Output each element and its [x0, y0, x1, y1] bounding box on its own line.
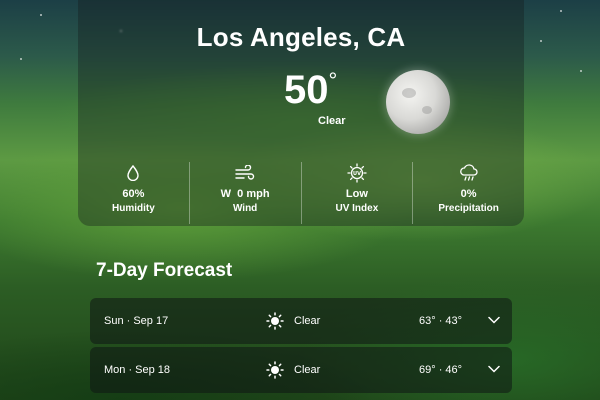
- uv-label: UV Index: [335, 203, 379, 214]
- forecast-temp-range: 69° · 46°: [419, 364, 463, 376]
- sun-icon: [266, 312, 284, 333]
- forecast-row-sun[interactable]: Sun · Sep 17 Clear 63° · 43°: [90, 298, 512, 344]
- stat-precipitation: 0% Precipitation: [412, 162, 524, 224]
- wind-label: Wind: [232, 203, 258, 214]
- city-name: Los Angeles, CA: [196, 22, 406, 52]
- forecast-day: Sun · Sep 17: [104, 315, 169, 327]
- stat-humidity: 60% Humidity: [78, 162, 189, 224]
- svg-text:UV: UV: [353, 171, 361, 177]
- forecast-row-mon[interactable]: Mon · Sep 18 Clear 69° · 46°: [90, 347, 512, 393]
- uv-index-icon: UV: [302, 163, 413, 183]
- degree-symbol: °: [328, 68, 338, 93]
- forecast-condition: Clear: [294, 364, 321, 376]
- current-condition: Clear: [318, 115, 346, 127]
- wind-icon: [190, 164, 301, 182]
- stat-uv: UV Low UV Index: [300, 162, 413, 224]
- chevron-down-icon[interactable]: [488, 315, 500, 327]
- humidity-drop-icon: [78, 164, 189, 182]
- uv-value: Low: [345, 188, 368, 200]
- moon-icon: [386, 70, 450, 134]
- forecast-condition: Clear: [294, 315, 321, 327]
- weather-stats: 60% Humidity W 0 mph Wind UV Low UV Inde…: [78, 162, 524, 224]
- rain-cloud-icon: [413, 164, 524, 182]
- humidity-value: 60%: [122, 188, 145, 200]
- forecast-day: Mon · Sep 18: [104, 364, 171, 376]
- wind-value: W 0 mph: [220, 188, 270, 200]
- precipitation-value: 0%: [460, 188, 477, 200]
- temperature-value: 50: [284, 68, 329, 112]
- current-temperature: 50°: [284, 68, 394, 112]
- chevron-down-icon[interactable]: [488, 364, 500, 376]
- forecast-list: Sun · Sep 17 Clear 63° · 43° Mon · Sep 1…: [90, 298, 512, 396]
- precipitation-label: Precipitation: [438, 203, 499, 214]
- forecast-title: 7-Day Forecast: [96, 260, 233, 281]
- sun-icon: [266, 361, 284, 382]
- stat-wind: W 0 mph Wind: [188, 162, 301, 224]
- forecast-temp-range: 63° · 43°: [419, 315, 463, 327]
- current-weather-panel: Los Angeles, CA 50° Clear 60% Humidity W…: [78, 0, 524, 226]
- humidity-label: Humidity: [111, 203, 155, 214]
